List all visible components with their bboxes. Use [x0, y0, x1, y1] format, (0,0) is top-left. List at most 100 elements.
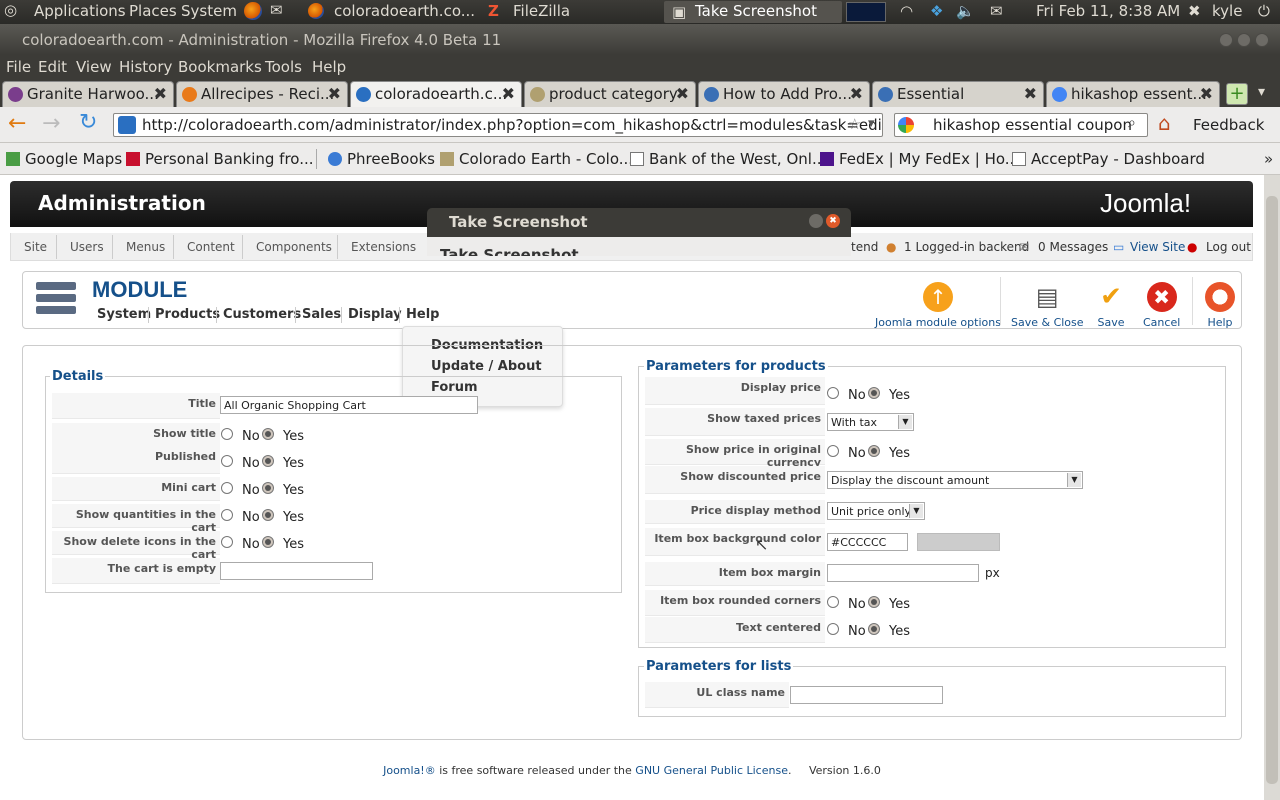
menu-tools[interactable]: Tools [265, 58, 302, 76]
published-no-radio[interactable] [221, 455, 233, 467]
show-quantities-yes-radio[interactable] [262, 509, 274, 521]
color-swatch[interactable] [917, 533, 1000, 551]
task-firefox[interactable]: coloradoearth.co... [334, 2, 475, 20]
title-input[interactable] [220, 396, 478, 414]
close-tab-icon[interactable]: ✖ [676, 84, 689, 103]
ubuntu-logo-icon[interactable]: ◎ [4, 1, 17, 19]
power-icon[interactable]: ⏻ [1258, 2, 1270, 20]
tab-coloradoearth[interactable]: coloradoearth.c... ✖ [350, 81, 522, 107]
minimize-icon[interactable] [1219, 33, 1233, 47]
admin-menu-components[interactable]: Components [256, 240, 332, 254]
search-engine-icon[interactable] [898, 117, 914, 133]
cancel-button[interactable]: ✖ Cancel [1143, 282, 1180, 329]
centered-yes-radio[interactable] [868, 623, 880, 635]
margin-input[interactable] [827, 564, 979, 582]
show-title-yes-radio[interactable] [262, 428, 274, 440]
centered-no-radio[interactable] [827, 623, 839, 635]
bookmark-bank-of-west[interactable]: Bank of the West, Onl... [630, 150, 826, 168]
tab-essential[interactable]: Essential ✖ [872, 81, 1044, 107]
admin-menu-content[interactable]: Content [187, 240, 235, 254]
submenu-display[interactable]: Display [348, 307, 402, 322]
search-icon[interactable]: ⌕ [1128, 115, 1136, 131]
submenu-help[interactable]: Help [406, 307, 439, 322]
gpl-link[interactable]: GNU General Public License [635, 764, 788, 777]
filezilla-icon[interactable]: Z [488, 2, 499, 20]
maximize-icon[interactable] [1237, 33, 1251, 47]
tab-hikashop-search[interactable]: hikashop essent... ✖ [1046, 81, 1220, 107]
close-window-icon[interactable] [1255, 33, 1269, 47]
home-icon[interactable]: ⌂ [1158, 111, 1171, 135]
menu-bookmarks[interactable]: Bookmarks [178, 58, 262, 76]
admin-menu-extensions[interactable]: Extensions [351, 240, 416, 254]
search-input[interactable]: hikashop essential coupon [894, 113, 1148, 137]
display-price-no-radio[interactable] [827, 387, 839, 399]
new-tab-icon[interactable]: + [1226, 83, 1248, 105]
dropbox-icon[interactable]: ❖ [930, 2, 943, 20]
mail-launcher-icon[interactable]: ✉ [270, 1, 283, 19]
close-tab-icon[interactable]: ✖ [154, 84, 167, 103]
volume-icon[interactable]: 🔈 [956, 2, 975, 20]
bookmark-fedex[interactable]: FedEx | My FedEx | Ho... [820, 150, 1019, 168]
discounted-select[interactable]: Display the discount amount ▼ [827, 471, 1083, 489]
close-tab-icon[interactable]: ✖ [1024, 84, 1037, 103]
tab-list-icon[interactable]: ▾ [1258, 84, 1265, 100]
logout-link[interactable]: Log out [1206, 240, 1251, 254]
close-tab-icon[interactable]: ✖ [850, 84, 863, 103]
back-icon[interactable]: ← [8, 111, 26, 136]
show-title-no-radio[interactable] [221, 428, 233, 440]
submenu-sales[interactable]: Sales [302, 307, 341, 322]
taxed-select[interactable]: With tax ▼ [827, 413, 914, 431]
view-site-link[interactable]: View Site [1130, 240, 1185, 254]
tab-product-category[interactable]: product category ✖ [524, 81, 696, 107]
close-tab-icon[interactable]: ✖ [328, 84, 341, 103]
reload-icon[interactable]: ↻ [79, 110, 97, 135]
submenu-products[interactable]: Products [155, 307, 220, 322]
system-monitor-icon[interactable] [846, 2, 886, 22]
bookmark-acceptpay[interactable]: AcceptPay - Dashboard [1012, 150, 1205, 168]
site-identity-icon[interactable] [118, 116, 136, 134]
tab-granite[interactable]: Granite Harwoo... ✖ [2, 81, 174, 107]
url-bar[interactable]: http://coloradoearth.com/administrator/i… [113, 113, 883, 137]
task-filezilla[interactable]: FileZilla [513, 2, 570, 20]
bookmark-colorado-earth[interactable]: Colorado Earth - Colo... [440, 150, 633, 168]
options-button[interactable]: ↑ Joomla module options [875, 282, 1001, 329]
system-menu[interactable]: System [181, 2, 237, 20]
firefox-task-icon[interactable] [308, 1, 324, 19]
close-tab-icon[interactable]: ✖ [502, 84, 515, 103]
show-delete-no-radio[interactable] [221, 536, 233, 548]
rounded-yes-radio[interactable] [868, 596, 880, 608]
price-method-select[interactable]: Unit price only ▼ [827, 502, 925, 520]
bg-color-input[interactable] [827, 533, 908, 551]
mini-cart-no-radio[interactable] [221, 482, 233, 494]
user-status-icon[interactable]: ✖ [1188, 2, 1201, 20]
firefox-launcher-icon[interactable] [244, 1, 262, 20]
menu-help[interactable]: Help [312, 58, 346, 76]
mail-indicator-icon[interactable]: ✉ [990, 2, 1003, 20]
forward-icon[interactable]: → [42, 111, 60, 136]
scrollbar-thumb[interactable] [1266, 196, 1278, 784]
ul-class-input[interactable] [790, 686, 943, 704]
tab-how-to-add[interactable]: How to Add Pro... ✖ [698, 81, 870, 107]
menu-view[interactable]: View [76, 58, 112, 76]
user-name[interactable]: kyle [1212, 2, 1242, 20]
help-button[interactable]: Help [1205, 282, 1235, 329]
display-price-yes-radio[interactable] [868, 387, 880, 399]
show-original-yes-radio[interactable] [868, 445, 880, 457]
show-delete-yes-radio[interactable] [262, 536, 274, 548]
menu-edit[interactable]: Edit [38, 58, 67, 76]
close-tab-icon[interactable]: ✖ [1200, 84, 1213, 103]
published-yes-radio[interactable] [262, 455, 274, 467]
cart-empty-input[interactable] [220, 562, 373, 580]
task-screenshot[interactable]: Take Screenshot [695, 2, 817, 20]
bookmark-personal-banking[interactable]: Personal Banking fro... [126, 150, 314, 168]
mini-cart-yes-radio[interactable] [262, 482, 274, 494]
dialog-close-icon[interactable]: ✖ [826, 214, 840, 228]
joomla-link[interactable]: Joomla!® [383, 764, 436, 777]
admin-menu-menus[interactable]: Menus [126, 240, 165, 254]
save-button[interactable]: ✔ Save [1096, 282, 1126, 329]
clock[interactable]: Fri Feb 11, 8:38 AM [1036, 2, 1180, 20]
bookmark-google-maps[interactable]: Google Maps [6, 150, 122, 168]
feedback-button[interactable]: Feedback [1193, 116, 1264, 134]
url-history-icon[interactable]: ▾ [868, 116, 875, 131]
wifi-icon[interactable]: ◠ [900, 2, 913, 20]
